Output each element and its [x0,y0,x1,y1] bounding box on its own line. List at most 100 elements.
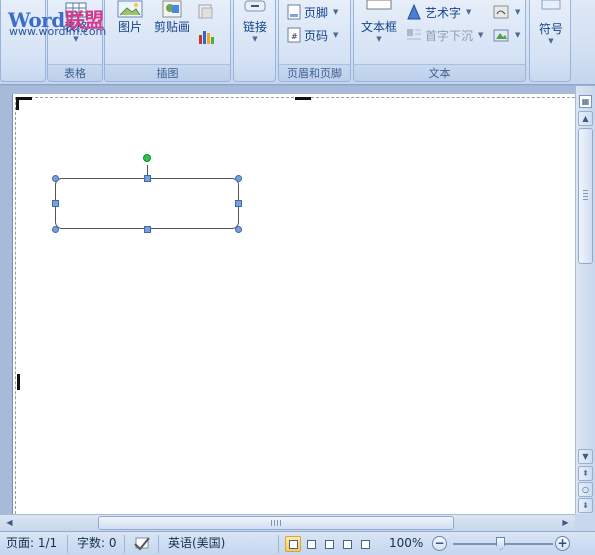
status-separator [158,535,159,553]
scroll-left-button[interactable]: ◀ [2,516,17,530]
document-page[interactable] [12,94,575,514]
resize-handle-top-left[interactable] [52,175,59,182]
zoom-out-button[interactable]: − [432,536,447,551]
outline-view-button[interactable] [339,536,355,552]
previous-page-button[interactable]: ⇞ [578,466,593,481]
chevron-down-icon: ▼ [515,8,521,16]
ruler-toggle-icon[interactable]: ▦ [579,95,592,108]
scroll-up-icon: ▲ [582,114,589,123]
margin-guide [15,97,575,514]
textbox-icon [366,0,392,10]
horizontal-scroll-thumb[interactable] [98,516,454,530]
resize-handle-bottom-right[interactable] [235,226,242,233]
shapes-button[interactable] [197,2,215,22]
outline-icon [343,540,352,549]
scroll-right-button[interactable]: ▶ [558,516,573,530]
resize-handle-bottom[interactable] [144,226,151,233]
chart-button[interactable] [197,26,215,46]
page-number-button[interactable]: # 页码 ▼ [287,25,338,45]
print-layout-view-button[interactable] [285,536,301,552]
next-page-button[interactable]: ⇟ [578,498,593,513]
svg-text:#: # [291,32,298,41]
select-browse-object-button[interactable]: ○ [578,482,593,497]
table-group-label: 表格 [48,64,102,81]
rounded-rectangle-shape[interactable] [55,178,239,229]
resize-handle-right[interactable] [235,200,242,207]
symbol-icon [541,0,561,10]
picture-button[interactable]: 图片 [111,0,149,35]
chevron-down-icon: ▼ [515,31,521,39]
insert-object-icon [493,29,509,42]
symbol-button-label: 符号 [538,22,563,36]
zoom-slider-thumb[interactable] [496,537,505,550]
clipart-button[interactable]: 剪贴画 [151,0,193,35]
symbol-button[interactable]: 符号 ▼ [532,0,570,45]
zoom-in-button[interactable]: + [555,536,570,551]
insert-object-button[interactable]: ▼ [492,25,520,45]
footer-icon [287,4,301,20]
shapes-icon [198,4,213,19]
full-screen-reading-view-button[interactable] [303,536,319,552]
chevron-down-icon: ▼ [376,35,382,43]
zoom-level[interactable]: 100% [389,532,423,555]
links-button-label: 链接 [242,20,267,34]
page-number-icon: # [287,27,301,43]
draft-icon [361,540,370,549]
status-separator [124,535,125,553]
draft-view-button[interactable] [357,536,373,552]
wordlm-logo-url: www.wordlm.com [9,25,107,38]
link-icon [244,0,266,12]
ribbon-group-symbols: 符号 ▼ [529,0,571,82]
chart-icon [199,31,214,44]
scroll-right-icon: ▶ [562,518,569,527]
proofing-check-icon [134,536,150,550]
status-bar: 页面: 1/1 字数: 0 英语(美国) 100% − + [0,531,595,555]
signature-line-button[interactable]: ▼ [492,2,520,22]
crop-mark-top-left-v [16,97,19,110]
ribbon-group-illustrations: 图片 剪贴画 插图 [104,0,231,82]
web-layout-icon [325,540,334,549]
proofing-status[interactable] [132,532,152,555]
scroll-up-button[interactable]: ▲ [578,111,593,126]
rotation-handle[interactable] [143,154,151,162]
vertical-scroll-thumb[interactable] [578,128,593,264]
crop-mark-left-middle [17,374,20,390]
clipart-button-label: 剪贴画 [153,20,190,34]
dropcap-button[interactable]: 首字下沉 ▼ [406,25,483,45]
chevron-down-icon: ▼ [478,31,484,39]
illustrations-group-label: 插图 [105,64,230,81]
textbox-button[interactable]: 文本框 ▼ [356,0,402,43]
crop-mark-top-center [295,97,311,100]
ribbon-group-links: 链接 ▼ [233,0,276,82]
signature-line-icon [493,5,509,19]
ribbon-group-header-footer: 页脚 ▼ # 页码 ▼ 页眉和页脚 [278,0,351,82]
web-layout-view-button[interactable] [321,536,337,552]
dropcap-button-label: 首字下沉 [425,28,474,43]
scroll-left-icon: ◀ [6,518,13,527]
page-indicator[interactable]: 页面: 1/1 [6,532,57,555]
chevron-down-icon: ▼ [333,31,339,39]
language-indicator[interactable]: 英语(美国) [168,532,225,555]
wordart-button[interactable]: 艺术字 ▼ [406,2,471,22]
vertical-scrollbar[interactable]: ▦ ▲ ▼ ⇞ ○ ⇟ [575,86,595,514]
print-layout-icon [289,540,298,549]
scroll-down-button[interactable]: ▼ [578,449,593,464]
resize-handle-left[interactable] [52,200,59,207]
picture-icon [117,0,143,18]
word-count[interactable]: 字数: 0 [77,532,117,555]
text-group-label: 文本 [354,64,525,81]
browse-object-icon: ○ [582,485,589,494]
horizontal-scrollbar[interactable]: ◀ ▶ [0,514,575,531]
next-page-icon: ⇟ [582,501,589,510]
scroll-down-icon: ▼ [582,452,589,461]
resize-handle-bottom-left[interactable] [52,226,59,233]
footer-button[interactable]: 页脚 ▼ [287,2,338,22]
status-separator [278,535,279,553]
ribbon-group-text: 文本框 ▼ 艺术字 ▼ 首字下沉 ▼ ▼ ▼ 文本 [353,0,526,82]
links-button[interactable]: 链接 ▼ [236,0,274,43]
textbox-button-label: 文本框 [360,20,397,34]
resize-handle-top[interactable] [144,175,151,182]
resize-handle-top-right[interactable] [235,175,242,182]
dropcap-icon [407,29,421,40]
scroll-grip-icon [271,520,281,526]
